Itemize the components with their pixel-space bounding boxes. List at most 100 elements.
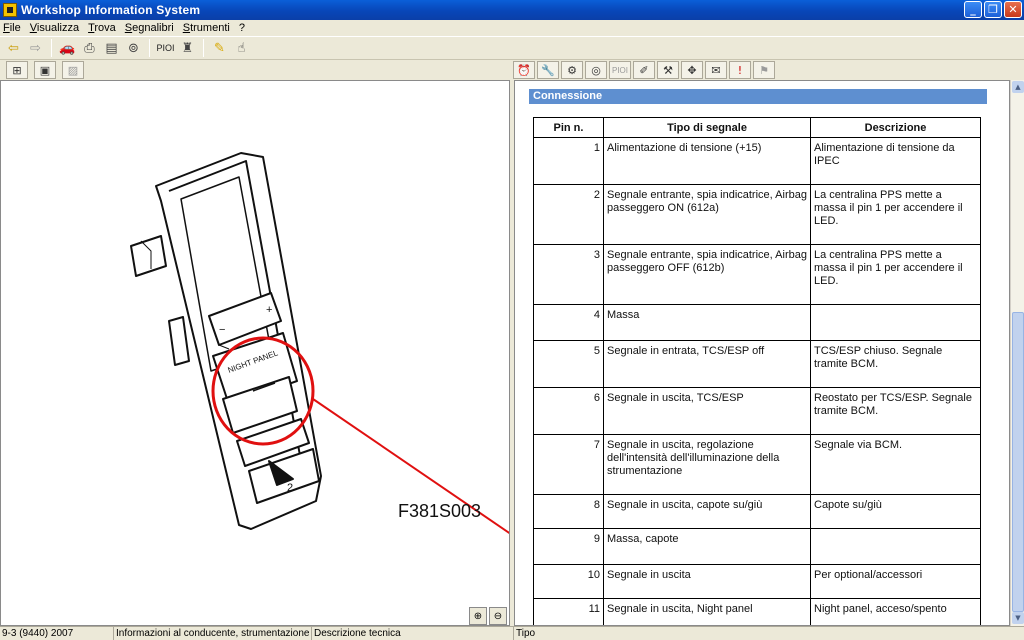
- gears-icon[interactable]: ⚙: [561, 61, 583, 79]
- section-title: Connessione: [529, 89, 987, 104]
- table-row: 11 Segnale in uscita, Night panel Night …: [533, 598, 981, 625]
- table-row: 6 Segnale in uscita, TCS/ESP Reostato pe…: [533, 387, 981, 435]
- note-icon[interactable]: ✉: [705, 61, 727, 79]
- window-controls: _ ❐ ✕: [964, 1, 1022, 18]
- close-button[interactable]: ✕: [1004, 1, 1022, 18]
- title-bar: Workshop Information System _ ❐ ✕: [0, 0, 1024, 20]
- signal-type: Segnale in uscita, TCS/ESP: [603, 387, 811, 435]
- table-row: 1 Alimentazione di tensione (+15) Alimen…: [533, 137, 981, 185]
- menu-segnalibri[interactable]: Segnalibri: [125, 22, 174, 34]
- maximize-button[interactable]: ❐: [984, 1, 1002, 18]
- menu-strumenti[interactable]: Strumenti: [183, 22, 230, 34]
- scroll-thumb[interactable]: [1012, 312, 1024, 612]
- document-export-icon[interactable]: ▤: [102, 39, 121, 58]
- signal-type: Segnale in uscita, capote su/giù: [603, 494, 811, 529]
- menu-file[interactable]: File: [3, 22, 21, 34]
- vertical-scrollbar[interactable]: ▲ ▼: [1010, 80, 1024, 626]
- back-arrow-icon[interactable]: ⇦: [4, 39, 23, 58]
- minimize-button[interactable]: _: [964, 1, 982, 18]
- right-pane-tools: ⏰ 🔧 ⚙ ◎ PIOI ✐ ⚒ ✥ ✉ ! ⚑: [510, 61, 775, 79]
- toolbar-separator: [149, 39, 150, 57]
- app-icon: [3, 3, 17, 17]
- signal-type: Massa, capote: [603, 528, 811, 565]
- menu-help[interactable]: ?: [239, 22, 245, 34]
- signal-type: Segnale entrante, spia indicatrice, Airb…: [603, 244, 811, 305]
- move-icon[interactable]: ✥: [681, 61, 703, 79]
- menu-bar: File Visualizza Trova Segnalibri Strumen…: [0, 20, 1024, 36]
- zoom-controls: ⊕ ⊖: [469, 607, 507, 625]
- pin-number: 6: [533, 387, 604, 435]
- right-pioi-button[interactable]: PIOI: [609, 61, 631, 79]
- table-row: 9 Massa, capote: [533, 528, 981, 565]
- image-icon[interactable]: ▨: [62, 61, 84, 79]
- signal-type: Segnale in entrata, TCS/ESP off: [603, 340, 811, 388]
- tools-icon[interactable]: ⚒: [657, 61, 679, 79]
- pioi-label: PIOI: [156, 43, 175, 53]
- signal-type: Massa: [603, 304, 811, 341]
- binoculars-icon[interactable]: ⊚: [124, 39, 143, 58]
- description: La centralina PPS mette a massa il pin 1…: [810, 244, 981, 305]
- scroll-down-icon[interactable]: ▼: [1012, 612, 1024, 624]
- pin-number: 5: [533, 340, 604, 388]
- scroll-up-icon[interactable]: ▲: [1012, 81, 1024, 93]
- menu-trova[interactable]: Trova: [88, 22, 116, 34]
- description: La centralina PPS mette a massa il pin 1…: [810, 184, 981, 245]
- callout-line: [312, 398, 509, 534]
- table-row: 2 Segnale entrante, spia indicatrice, Ai…: [533, 184, 981, 245]
- window-icon[interactable]: ▣: [34, 61, 56, 79]
- document-pane: Connessione Pin n. Tipo di segnale Descr…: [514, 80, 1010, 626]
- pin-number: 1: [533, 137, 604, 185]
- signal-type: Segnale in uscita: [603, 564, 811, 599]
- description: Reostato per TCS/ESP. Segnale tramite BC…: [810, 387, 981, 435]
- pin-number: 11: [533, 598, 604, 625]
- description: Per optional/accessori: [810, 564, 981, 599]
- secondary-toolbar: ⊞ ▣ ▨ ⏰ 🔧 ⚙ ◎ PIOI ✐ ⚒ ✥ ✉ ! ⚑: [0, 60, 1024, 80]
- zoom-out-icon[interactable]: ⊖: [489, 607, 507, 625]
- spray-icon[interactable]: ✐: [633, 61, 655, 79]
- svg-text:2: 2: [287, 482, 293, 494]
- right-pioi-label: PIOI: [611, 65, 628, 75]
- pin-number: 9: [533, 528, 604, 565]
- pin-number: 10: [533, 564, 604, 599]
- printer-icon[interactable]: ⎙: [80, 39, 99, 58]
- header-description: Descrizione: [810, 117, 981, 138]
- flashlight-icon[interactable]: ♜: [178, 39, 197, 58]
- signal-type: Segnale in uscita, Night panel: [603, 598, 811, 625]
- status-doc-type: Descrizione tecnica: [312, 627, 514, 640]
- target-icon[interactable]: ◎: [585, 61, 607, 79]
- toolbar-separator: [51, 39, 52, 57]
- description: Segnale via BCM.: [810, 434, 981, 495]
- menu-visualizza[interactable]: Visualizza: [30, 22, 79, 34]
- signal-type: Segnale in uscita, regolazione dell'inte…: [603, 434, 811, 495]
- status-tipo: Tipo: [516, 628, 536, 639]
- warning-icon[interactable]: !: [729, 61, 751, 79]
- pin-number: 3: [533, 244, 604, 305]
- table-row: 7 Segnale in uscita, regolazione dell'in…: [533, 434, 981, 495]
- car-icon[interactable]: 🚗: [58, 39, 77, 58]
- window-title: Workshop Information System: [21, 3, 201, 17]
- table-row: 4 Massa: [533, 304, 981, 341]
- pin-number: 8: [533, 494, 604, 529]
- pointer-icon[interactable]: ☝: [232, 39, 251, 58]
- main-toolbar: ⇦ ⇨ 🚗 ⎙ ▤ ⊚ PIOI ♜ ✎ ☝: [0, 36, 1024, 60]
- illustration-pane: NIGHT PANEL − + 2 F381S003 ⊕ ⊖: [0, 80, 510, 626]
- pin-table: Pin n. Tipo di segnale Descrizione 1 Ali…: [533, 117, 981, 625]
- clipboard-icon[interactable]: ⚑: [753, 61, 775, 79]
- wrench-icon[interactable]: 🔧: [537, 61, 559, 79]
- pin-number: 7: [533, 434, 604, 495]
- zoom-in-icon[interactable]: ⊕: [469, 607, 487, 625]
- table-row: 3 Segnale entrante, spia indicatrice, Ai…: [533, 244, 981, 305]
- description: [810, 528, 981, 565]
- description: Capote su/giù: [810, 494, 981, 529]
- signal-type: Segnale entrante, spia indicatrice, Airb…: [603, 184, 811, 245]
- forward-arrow-icon[interactable]: ⇨: [26, 39, 45, 58]
- status-bar: 9-3 (9440) 2007 Informazioni al conducen…: [0, 626, 1024, 640]
- alarm-icon[interactable]: ⏰: [513, 61, 535, 79]
- hierarchy-icon[interactable]: ⊞: [6, 61, 28, 79]
- table-row: 5 Segnale in entrata, TCS/ESP off TCS/ES…: [533, 340, 981, 388]
- pencil-icon[interactable]: ✎: [210, 39, 229, 58]
- description: TCS/ESP chiuso. Segnale tramite BCM.: [810, 340, 981, 388]
- pin-number: 4: [533, 304, 604, 341]
- pioi-button[interactable]: PIOI: [156, 39, 175, 58]
- toolbar-separator: [203, 39, 204, 57]
